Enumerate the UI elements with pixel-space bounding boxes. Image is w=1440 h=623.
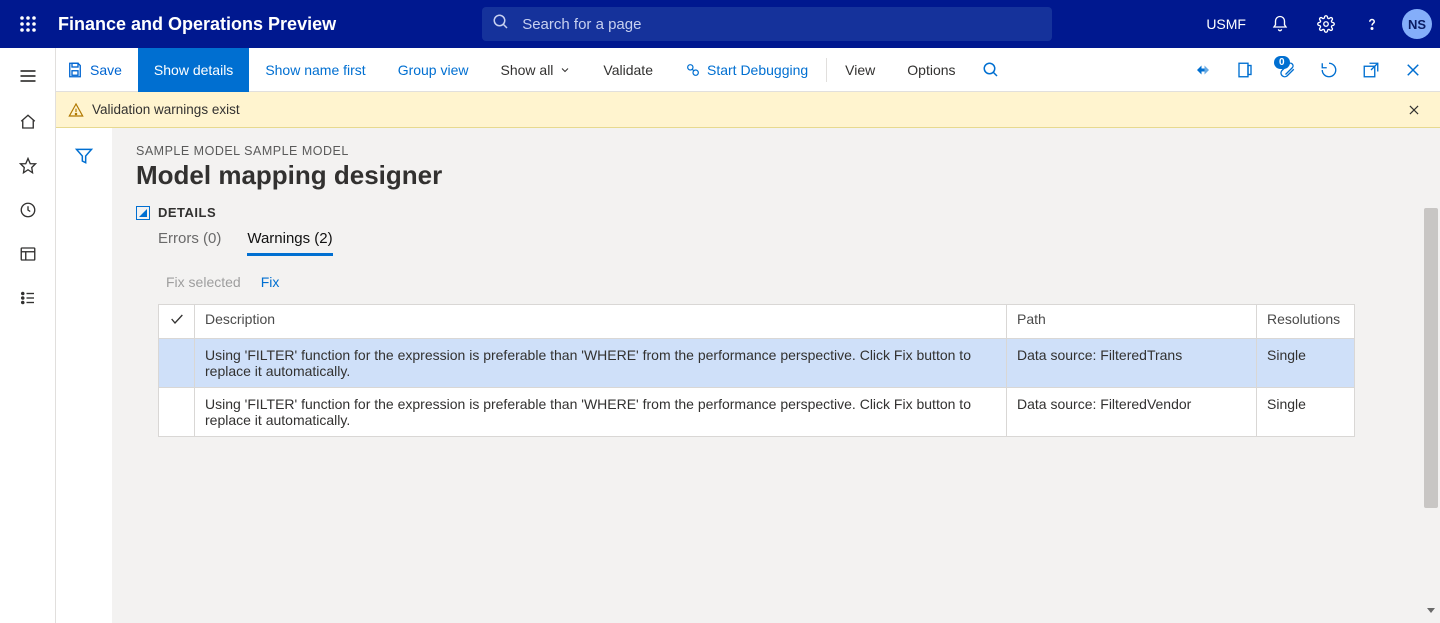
cell-path[interactable]: Data source: FilteredVendor (1007, 388, 1257, 437)
settings-gear-icon[interactable] (1306, 0, 1346, 48)
group-view-label: Group view (398, 62, 469, 78)
notifications-bell-icon[interactable] (1260, 0, 1300, 48)
column-header-description[interactable]: Description (195, 305, 1007, 339)
close-page-button[interactable] (1394, 48, 1432, 92)
workspaces-icon[interactable] (0, 232, 56, 276)
options-menu[interactable]: Options (891, 48, 971, 92)
save-label: Save (90, 62, 122, 78)
group-view-button[interactable]: Group view (382, 48, 485, 92)
refresh-icon[interactable] (1310, 48, 1348, 92)
chevron-down-icon (559, 64, 571, 76)
fix-button[interactable]: Fix (261, 274, 280, 290)
table-row[interactable]: Using 'FILTER' function for the expressi… (159, 388, 1355, 437)
show-name-first-label: Show name first (265, 62, 365, 78)
attachments-count-badge: 0 (1274, 56, 1290, 69)
hamburger-menu-icon[interactable] (0, 52, 56, 100)
help-icon[interactable] (1352, 0, 1392, 48)
debug-gear-icon (685, 62, 701, 78)
details-label: DETAILS (158, 205, 216, 220)
app-title: Finance and Operations Preview (58, 14, 336, 35)
options-label: Options (907, 62, 955, 78)
fix-selected-button: Fix selected (166, 274, 241, 290)
cell-path[interactable]: Data source: FilteredTrans (1007, 339, 1257, 388)
validate-button[interactable]: Validate (587, 48, 669, 92)
save-button[interactable]: Save (56, 48, 138, 92)
show-all-dropdown[interactable]: Show all (485, 48, 588, 92)
cell-resolutions[interactable]: Single (1257, 388, 1355, 437)
connection-icon[interactable] (1184, 48, 1222, 92)
row-select-cell[interactable] (159, 388, 195, 437)
ribbon-search-button[interactable] (972, 48, 1010, 92)
company-code[interactable]: USMF (1198, 16, 1254, 32)
attachments-icon[interactable]: 0 (1268, 48, 1306, 92)
popout-icon[interactable] (1352, 48, 1390, 92)
warning-triangle-icon (68, 102, 84, 118)
tab-errors[interactable]: Errors (0) (158, 230, 221, 256)
close-notification-button[interactable] (1400, 103, 1428, 117)
column-header-resolutions[interactable]: Resolutions (1257, 305, 1355, 339)
start-debugging-button[interactable]: Start Debugging (669, 48, 824, 92)
notification-text: Validation warnings exist (92, 102, 240, 117)
search-icon (492, 13, 510, 35)
user-avatar[interactable]: NS (1402, 9, 1432, 39)
global-search-input[interactable] (482, 7, 1052, 41)
column-header-path[interactable]: Path (1007, 305, 1257, 339)
validate-label: Validate (603, 62, 653, 78)
checkmark-icon (169, 314, 185, 330)
view-label: View (845, 62, 875, 78)
vertical-scrollbar[interactable] (1424, 208, 1438, 508)
search-icon (982, 61, 1000, 79)
view-menu[interactable]: View (829, 48, 891, 92)
cell-resolutions[interactable]: Single (1257, 339, 1355, 388)
breadcrumb: SAMPLE MODEL SAMPLE MODEL (136, 144, 1440, 158)
cell-description[interactable]: Using 'FILTER' function for the expressi… (195, 339, 1007, 388)
select-all-column[interactable] (159, 305, 195, 339)
modules-list-icon[interactable] (0, 276, 56, 320)
page-title: Model mapping designer (136, 160, 1440, 191)
favorites-star-icon[interactable] (0, 144, 56, 188)
show-details-button[interactable]: Show details (138, 48, 249, 92)
open-office-icon[interactable] (1226, 48, 1264, 92)
filter-funnel-icon[interactable] (64, 138, 104, 174)
tab-warnings[interactable]: Warnings (2) (247, 230, 332, 256)
show-name-first-button[interactable]: Show name first (249, 48, 381, 92)
collapse-triangle-icon (136, 206, 150, 220)
recent-clock-icon[interactable] (0, 188, 56, 232)
cell-description[interactable]: Using 'FILTER' function for the expressi… (195, 388, 1007, 437)
start-debug-label: Start Debugging (707, 62, 808, 78)
show-details-label: Show details (154, 62, 233, 78)
row-select-cell[interactable] (159, 339, 195, 388)
home-icon[interactable] (0, 100, 56, 144)
app-launcher-icon[interactable] (8, 15, 48, 33)
warnings-table: Description Path Resolutions Using 'FILT… (158, 304, 1355, 437)
scroll-down-arrow-icon[interactable] (1422, 601, 1440, 619)
ribbon-separator (826, 58, 827, 82)
details-section-header[interactable]: DETAILS (136, 205, 1440, 220)
table-row[interactable]: Using 'FILTER' function for the expressi… (159, 339, 1355, 388)
show-all-label: Show all (501, 62, 554, 78)
